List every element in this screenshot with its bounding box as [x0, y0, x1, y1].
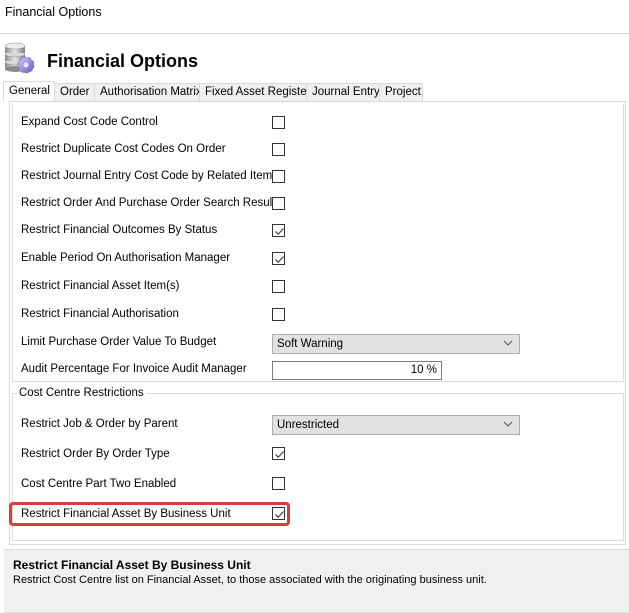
checkmark-icon: [275, 228, 284, 235]
restrict-journal-entry-cost-code-checkbox[interactable]: [272, 170, 285, 183]
setting-label: Restrict Order By Order Type: [21, 448, 170, 460]
audit-percentage-input[interactable]: 10 %: [272, 361, 442, 380]
tab-fixed-asset-register[interactable]: Fixed Asset Register: [199, 83, 310, 101]
tab-general[interactable]: General: [3, 81, 55, 101]
checkmark-icon: [275, 451, 284, 458]
group-legend: Cost Centre Restrictions: [17, 387, 146, 399]
tab-journal-entry[interactable]: Journal Entry: [306, 83, 380, 101]
chevron-down-icon: [503, 419, 513, 429]
setting-label: Restrict Financial Authorisation: [21, 308, 179, 320]
setting-label: Cost Centre Part Two Enabled: [21, 478, 177, 490]
tab-strip: General Order Authorisation Matrix Fixed…: [3, 81, 423, 101]
help-description: Restrict Cost Centre list on Financial A…: [13, 574, 487, 586]
cost-centre-part-two-checkbox[interactable]: [272, 477, 285, 490]
page-title: Financial Options: [47, 51, 199, 71]
setting-label: Restrict Duplicate Cost Codes On Order: [21, 143, 226, 155]
chevron-down-icon: [503, 338, 513, 348]
setting-label: Restrict Financial Asset By Business Uni…: [21, 508, 231, 520]
setting-label: Audit Percentage For Invoice Audit Manag…: [21, 363, 247, 375]
setting-label: Enable Period On Authorisation Manager: [21, 252, 231, 264]
setting-label: Restrict Order And Purchase Order Search…: [21, 197, 276, 209]
database-gear-icon: [3, 40, 37, 76]
enable-period-authorisation-checkbox[interactable]: [272, 252, 285, 265]
setting-label: Limit Purchase Order Value To Budget: [21, 336, 217, 348]
setting-label: Restrict Financial Outcomes By Status: [21, 224, 218, 236]
checkmark-icon: [275, 256, 284, 263]
restrict-financial-asset-business-unit-checkbox[interactable]: [272, 507, 285, 520]
setting-label: Expand Cost Code Control: [21, 116, 158, 128]
expand-cost-code-control-checkbox[interactable]: [272, 116, 285, 129]
tab-order[interactable]: Order: [54, 83, 95, 101]
setting-label: Restrict Journal Entry Cost Code by Rela…: [21, 170, 273, 182]
limit-po-value-select[interactable]: Soft Warning: [272, 334, 520, 354]
help-title: Restrict Financial Asset By Business Uni…: [13, 558, 251, 572]
window-title: Financial Options: [5, 5, 102, 19]
setting-label: Restrict Financial Asset Item(s): [21, 280, 180, 292]
restrict-order-search-result-checkbox[interactable]: [272, 197, 285, 210]
restrict-job-order-parent-select[interactable]: Unrestricted: [272, 415, 520, 435]
select-value: Unrestricted: [277, 419, 339, 431]
restrict-financial-authorisation-checkbox[interactable]: [272, 308, 285, 321]
setting-label: Restrict Job & Order by Parent: [21, 418, 178, 430]
select-value: Soft Warning: [277, 338, 344, 350]
help-panel: Restrict Financial Asset By Business Uni…: [4, 549, 629, 613]
restrict-financial-outcomes-checkbox[interactable]: [272, 224, 285, 237]
restrict-duplicate-cost-codes-checkbox[interactable]: [272, 143, 285, 156]
title-separator: [0, 33, 629, 34]
tab-authorisation-matrix[interactable]: Authorisation Matrix: [94, 83, 202, 101]
tab-project[interactable]: Project: [379, 83, 423, 101]
checkmark-icon: [275, 511, 284, 518]
restrict-order-by-type-checkbox[interactable]: [272, 447, 285, 460]
restrict-financial-asset-items-checkbox[interactable]: [272, 280, 285, 293]
